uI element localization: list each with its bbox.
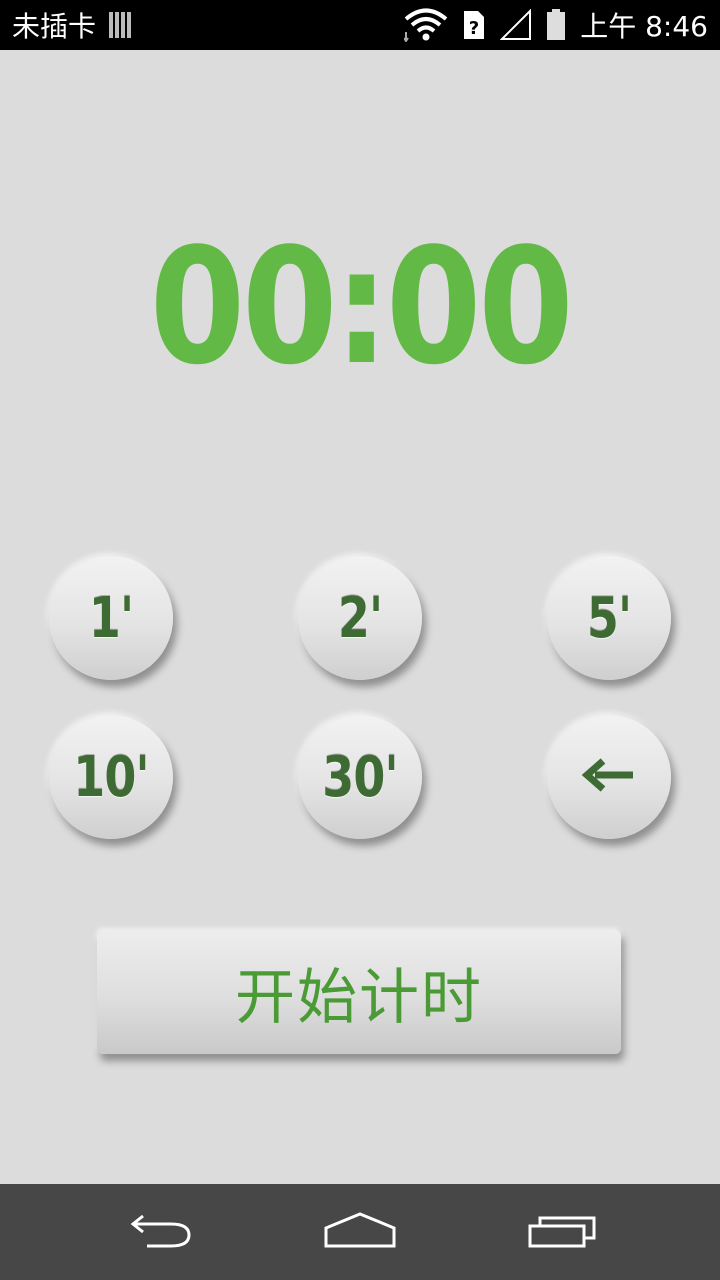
sim-status-text: 未插卡 <box>12 10 97 43</box>
preset-10-min-button[interactable]: 10' <box>49 715 173 839</box>
preset-5-min-label: 5' <box>586 585 632 651</box>
timer-screen: 未插卡 ? 上午 8:46 00:00 1' 2' 5' 10' 30' 开始计… <box>0 0 720 1280</box>
arrow-left-icon <box>581 755 637 800</box>
preset-10-min-label: 10' <box>73 744 149 810</box>
wifi-icon <box>404 8 448 42</box>
start-timer-button[interactable]: 开始计时 <box>97 930 621 1054</box>
back-icon <box>125 1210 195 1255</box>
preset-1-min-button[interactable]: 1' <box>49 556 173 680</box>
preset-30-min-label: 30' <box>322 744 398 810</box>
navigation-bar <box>0 1184 720 1280</box>
backspace-button[interactable] <box>547 715 671 839</box>
svg-text:?: ? <box>469 18 479 39</box>
signal-icon <box>500 9 532 41</box>
start-timer-label: 开始计时 <box>235 962 483 1033</box>
nav-home-button[interactable] <box>310 1202 410 1262</box>
status-right: ? 上午 8:46 <box>404 0 708 50</box>
recents-icon <box>526 1210 598 1255</box>
battery-icon <box>546 9 566 41</box>
nav-back-button[interactable] <box>110 1202 210 1262</box>
preset-2-min-label: 2' <box>337 585 383 651</box>
status-left: 未插卡 <box>12 0 134 50</box>
status-time: 上午 8:46 <box>580 10 708 43</box>
home-icon <box>322 1210 398 1255</box>
sim-bars-icon <box>108 10 134 40</box>
preset-30-min-button[interactable]: 30' <box>298 715 422 839</box>
preset-5-min-button[interactable]: 5' <box>547 556 671 680</box>
preset-1-min-label: 1' <box>88 585 134 651</box>
timer-display: 00:00 <box>149 213 574 400</box>
nav-recents-button[interactable] <box>512 1202 612 1262</box>
status-bar: 未插卡 ? 上午 8:46 <box>0 0 720 50</box>
sim-unknown-icon: ? <box>462 9 486 41</box>
preset-2-min-button[interactable]: 2' <box>298 556 422 680</box>
